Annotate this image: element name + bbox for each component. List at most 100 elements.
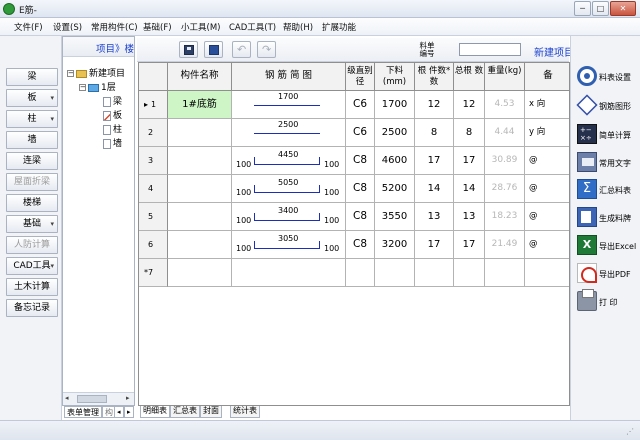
row-header[interactable]: 3 <box>139 147 168 175</box>
component-name-cell[interactable] <box>168 231 232 259</box>
row-header[interactable]: 4 <box>139 175 168 203</box>
tree-node-floor[interactable]: − 1层 <box>79 80 116 93</box>
resize-grip-icon[interactable]: ⋰ <box>626 427 634 436</box>
rebar-shape-button[interactable]: 钢筋图形 <box>573 92 639 120</box>
note-cell[interactable]: @ <box>525 203 569 231</box>
generate-tag-button[interactable]: 生成料牌 <box>573 204 639 232</box>
note-cell[interactable]: @ <box>525 231 569 259</box>
empty-cell[interactable] <box>168 259 232 287</box>
collapse-icon[interactable]: − <box>79 84 86 91</box>
tab-summary[interactable]: 汇总表 <box>170 406 200 418</box>
rebar-diagram-cell[interactable]: 5050 100 100 <box>232 175 346 203</box>
simple-calc-button[interactable]: 简单计算 <box>573 121 639 149</box>
new-row-header[interactable]: *7 <box>139 259 168 287</box>
total-count-cell[interactable]: 14 <box>454 175 485 203</box>
menu-file[interactable]: 文件(F) <box>14 21 43 33</box>
total-count-cell[interactable]: 17 <box>454 231 485 259</box>
cut-length-cell[interactable]: 4600 <box>375 147 415 175</box>
menu-foundation[interactable]: 基础(F) <box>143 21 172 33</box>
empty-cell[interactable] <box>375 259 415 287</box>
tab-form-management[interactable]: 表单管理 <box>64 406 102 418</box>
tree-node-slab[interactable]: 板 <box>103 108 122 121</box>
empty-cell[interactable] <box>485 259 525 287</box>
rebar-diagram-cell[interactable]: 2500 <box>232 119 346 147</box>
nav-slab-button[interactable]: 板 ▾ <box>6 89 58 107</box>
row-header[interactable]: 6 <box>139 231 168 259</box>
empty-cell[interactable] <box>525 259 569 287</box>
tree-node-project[interactable]: − 新建项目 <box>67 66 125 79</box>
grade-cell[interactable]: C8 <box>346 147 375 175</box>
tree-node-column[interactable]: 柱 <box>103 122 122 135</box>
grade-cell[interactable]: C8 <box>346 203 375 231</box>
count-cell[interactable]: 8 <box>415 119 454 147</box>
nav-coupling-beam-button[interactable]: 连梁 <box>6 152 58 170</box>
tab-detail[interactable]: 明细表 <box>140 406 170 418</box>
scroll-left-icon[interactable]: ◂ <box>65 394 69 402</box>
empty-cell[interactable] <box>232 259 346 287</box>
minimize-button[interactable]: ─ <box>574 1 591 16</box>
save-button[interactable] <box>179 41 198 58</box>
scroll-right-icon[interactable]: ▸ <box>126 394 130 402</box>
count-cell[interactable]: 12 <box>415 91 454 119</box>
save-as-button[interactable] <box>204 41 223 58</box>
cut-length-cell[interactable]: 3550 <box>375 203 415 231</box>
row-header[interactable]: 2 <box>139 119 168 147</box>
total-count-cell[interactable]: 8 <box>454 119 485 147</box>
component-name-cell[interactable] <box>168 119 232 147</box>
empty-cell[interactable] <box>454 259 485 287</box>
empty-cell[interactable] <box>346 259 375 287</box>
component-name-cell[interactable]: 1#底筋 <box>168 91 232 119</box>
total-count-cell[interactable]: 12 <box>454 91 485 119</box>
rebar-diagram-cell[interactable]: 3400 100 100 <box>232 203 346 231</box>
nav-wall-button[interactable]: 墙 <box>6 131 58 149</box>
note-cell[interactable]: @ <box>525 175 569 203</box>
count-cell[interactable]: 17 <box>415 231 454 259</box>
export-pdf-button[interactable]: 导出PDF <box>573 260 639 288</box>
table-settings-button[interactable]: 料表设置 <box>573 63 639 91</box>
print-button[interactable]: 打 印 <box>573 288 639 316</box>
tab-cover[interactable]: 封面 <box>200 406 222 418</box>
nav-cad-tools-button[interactable]: CAD工具 ▾ <box>6 257 58 275</box>
maximize-button[interactable]: □ <box>592 1 609 16</box>
total-count-cell[interactable]: 17 <box>454 147 485 175</box>
nav-column-button[interactable]: 柱 ▾ <box>6 110 58 128</box>
count-cell[interactable]: 17 <box>415 147 454 175</box>
menu-cad-tools[interactable]: CAD工具(T) <box>229 21 276 33</box>
close-button[interactable]: ✕ <box>610 1 636 16</box>
cut-length-cell[interactable]: 5200 <box>375 175 415 203</box>
empty-cell[interactable] <box>415 259 454 287</box>
menu-extensions[interactable]: 扩展功能 <box>322 21 356 33</box>
component-name-cell[interactable] <box>168 175 232 203</box>
tree-node-wall[interactable]: 墙 <box>103 136 122 149</box>
total-count-cell[interactable]: 13 <box>454 203 485 231</box>
cut-length-cell[interactable]: 1700 <box>375 91 415 119</box>
collapse-icon[interactable]: − <box>67 70 74 77</box>
nav-beam-button[interactable]: 梁 <box>6 68 58 86</box>
menu-common-components[interactable]: 常用构件(C) <box>91 21 138 33</box>
list-number-input[interactable] <box>459 43 521 56</box>
note-cell[interactable]: y 向 <box>525 119 569 147</box>
grade-cell[interactable]: C8 <box>346 231 375 259</box>
export-excel-button[interactable]: X 导出Excel <box>573 232 639 260</box>
component-name-cell[interactable] <box>168 147 232 175</box>
tab-scroll-right-icon[interactable]: ▸ <box>124 406 134 418</box>
nav-civil-calc-button[interactable]: 土木计算 <box>6 278 58 296</box>
tree-horizontal-scrollbar[interactable]: ◂ ▸ <box>63 392 134 405</box>
count-cell[interactable]: 13 <box>415 203 454 231</box>
nav-roof-beam-button[interactable]: 屋面折梁 <box>6 173 58 191</box>
nav-memo-button[interactable]: 备忘记录 <box>6 299 58 317</box>
nav-foundation-button[interactable]: 基础 ▾ <box>6 215 58 233</box>
menu-tools[interactable]: 小工具(M) <box>181 21 220 33</box>
grade-cell[interactable]: C6 <box>346 91 375 119</box>
grade-cell[interactable]: C8 <box>346 175 375 203</box>
rebar-diagram-cell[interactable]: 4450 100 100 <box>232 147 346 175</box>
summary-table-button[interactable]: Σ 汇总料表 <box>573 176 639 204</box>
tree-node-beam[interactable]: 梁 <box>103 94 122 107</box>
note-cell[interactable]: @ <box>525 147 569 175</box>
grade-cell[interactable]: C6 <box>346 119 375 147</box>
cut-length-cell[interactable]: 3200 <box>375 231 415 259</box>
undo-button[interactable]: ↶ <box>232 41 251 58</box>
rebar-diagram-cell[interactable]: 1700 <box>232 91 346 119</box>
menu-settings[interactable]: 设置(S) <box>53 21 82 33</box>
redo-button[interactable]: ↷ <box>257 41 276 58</box>
